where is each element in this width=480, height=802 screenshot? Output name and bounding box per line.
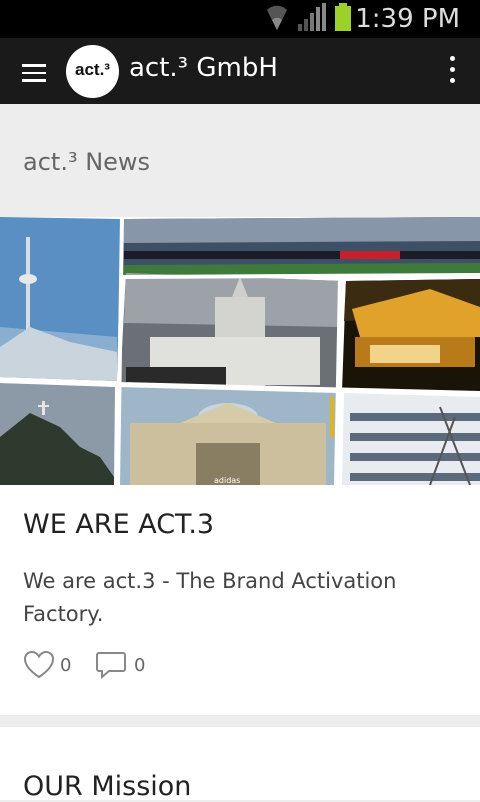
app-title: act.³ GmbH bbox=[129, 53, 278, 83]
more-vert-icon[interactable] bbox=[448, 56, 456, 86]
battery-icon bbox=[335, 3, 351, 31]
comment-icon bbox=[96, 652, 126, 680]
status-bar: 1:39 PM bbox=[0, 0, 480, 38]
heart-icon bbox=[23, 650, 55, 679]
section-title: act.³ News bbox=[23, 148, 151, 176]
like-button[interactable]: 0 bbox=[23, 649, 83, 681]
section-header: act.³ News bbox=[0, 104, 480, 217]
logo-text: act.³ bbox=[75, 60, 110, 79]
photo-rio bbox=[0, 383, 115, 485]
post-actions: 0 0 bbox=[23, 649, 223, 681]
post-title[interactable]: OUR Mission bbox=[23, 771, 191, 802]
photo-palace bbox=[120, 273, 342, 389]
news-card[interactable]: adidas WE ARE ACT.3 We are act.3 - The B… bbox=[0, 217, 480, 715]
clock: 1:39 PM bbox=[355, 4, 460, 34]
app-logo: act.³ bbox=[66, 45, 119, 98]
post-title[interactable]: WE ARE ACT.3 bbox=[23, 509, 214, 540]
wifi-icon bbox=[267, 5, 287, 30]
photo-reichstag bbox=[118, 387, 338, 485]
signal-icon bbox=[298, 3, 326, 31]
photo-office-building bbox=[342, 393, 480, 485]
photo-tv-tower bbox=[0, 217, 121, 381]
photo-night-city bbox=[342, 279, 480, 393]
like-count: 0 bbox=[60, 655, 72, 676]
photo-stadium bbox=[122, 217, 480, 277]
news-card[interactable]: OUR Mission bbox=[0, 727, 480, 802]
comment-button[interactable]: 0 bbox=[95, 649, 165, 681]
app-bar: act.³ act.³ GmbH bbox=[0, 38, 480, 104]
hamburger-icon[interactable] bbox=[22, 64, 46, 82]
news-image-collage: adidas bbox=[0, 217, 480, 485]
comment-count: 0 bbox=[134, 655, 146, 676]
post-body: We are act.3 - The Brand Activation Fact… bbox=[23, 569, 397, 626]
image-caption: adidas bbox=[214, 476, 240, 485]
